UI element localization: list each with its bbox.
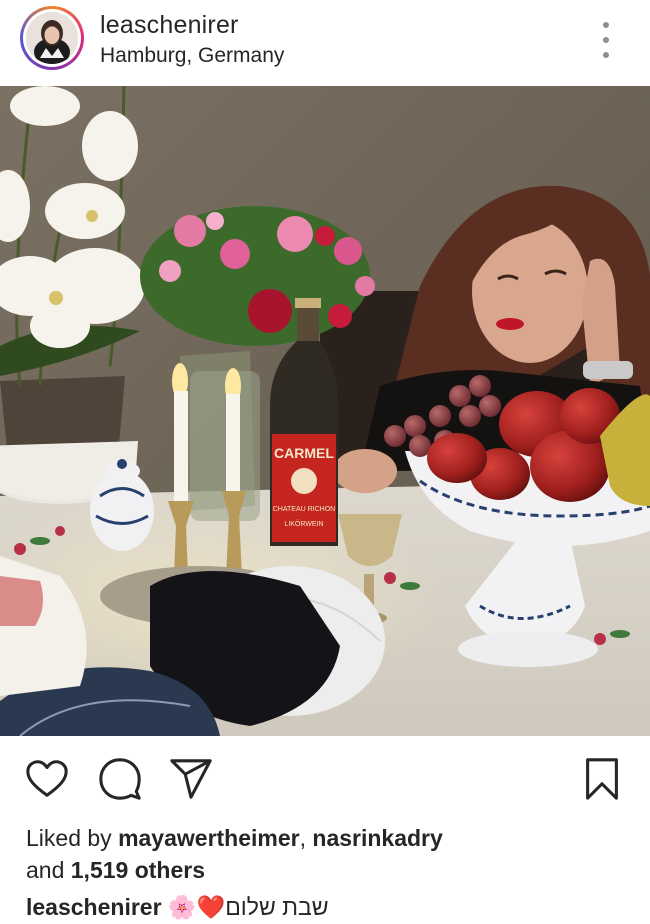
- likes-and: and: [26, 857, 71, 883]
- post-photo[interactable]: CARMEL CHATEAU RICHON LIKÖRWEIN: [0, 86, 650, 736]
- comment-icon[interactable]: [97, 756, 143, 802]
- story-ring[interactable]: [20, 6, 84, 70]
- likes-prefix: Liked by: [26, 825, 119, 851]
- liker-link[interactable]: nasrinkadry: [312, 825, 442, 851]
- avatar-image: [26, 12, 78, 64]
- post-location[interactable]: Hamburg, Germany: [100, 44, 284, 68]
- paper-plane-icon-glyph: [170, 759, 212, 799]
- heart-icon-glyph: [26, 760, 68, 797]
- likes-separator: ,: [299, 825, 313, 851]
- dot: [603, 52, 609, 58]
- more-options-icon[interactable]: [596, 22, 616, 58]
- likes-summary: Liked by mayawertheimer, nasrinkadry and…: [26, 822, 626, 886]
- avatar[interactable]: [26, 12, 78, 64]
- bottle-label-text: CARMEL: [274, 445, 334, 461]
- liker-link[interactable]: mayawertheimer: [118, 825, 300, 851]
- dot: [603, 22, 609, 28]
- post-username[interactable]: leaschenirer: [100, 11, 239, 40]
- caption-username[interactable]: leaschenirer: [26, 894, 162, 920]
- dot: [603, 37, 609, 43]
- heart-icon[interactable]: [24, 756, 70, 802]
- post-header: leaschenirer Hamburg, Germany: [0, 0, 650, 86]
- paper-plane-icon[interactable]: [168, 756, 214, 802]
- comment-icon-glyph: [99, 758, 141, 800]
- bookmark-icon-glyph: [586, 758, 618, 800]
- post-photo-image: CARMEL CHATEAU RICHON LIKÖRWEIN: [0, 86, 650, 736]
- bottle-label-text: CHATEAU RICHON: [273, 506, 335, 513]
- bookmark-icon[interactable]: [582, 756, 628, 802]
- caption-text: 🌸❤️שבת שלום: [167, 894, 329, 920]
- likes-count-link[interactable]: 1,519 others: [71, 857, 205, 883]
- avatar-frame: [23, 9, 81, 67]
- post-caption: leaschenirer 🌸❤️שבת שלום: [26, 890, 329, 924]
- post-actions: [0, 736, 650, 816]
- bottle-label-text: LIKÖRWEIN: [284, 520, 323, 528]
